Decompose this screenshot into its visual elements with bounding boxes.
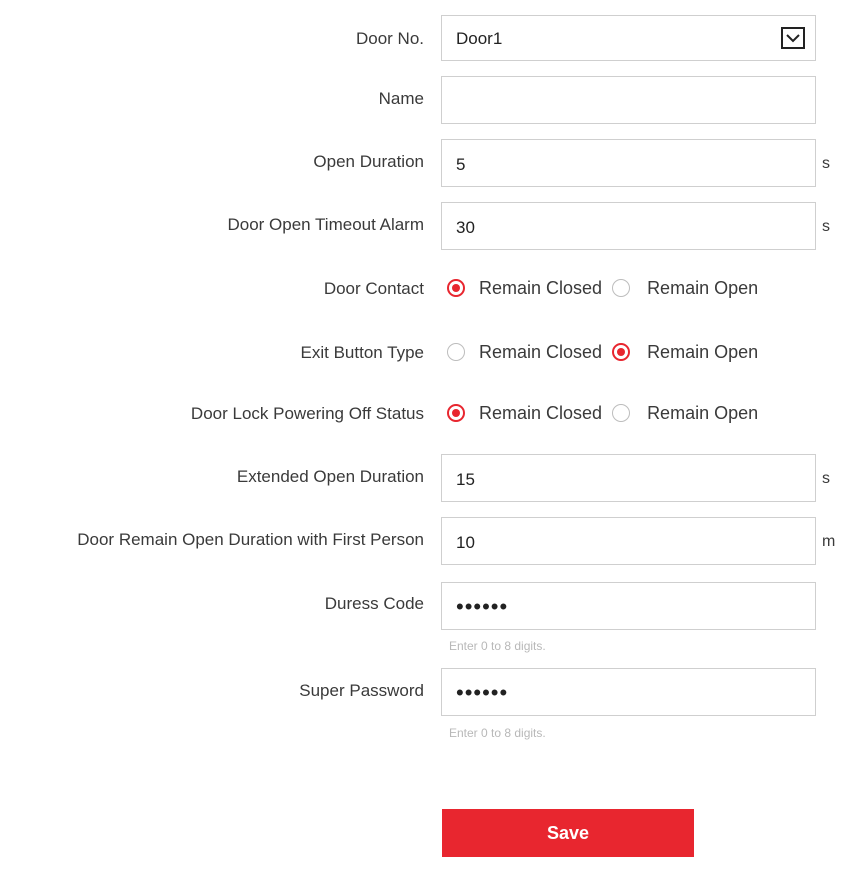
duress-code-label: Duress Code bbox=[324, 594, 424, 613]
save-button[interactable]: Save bbox=[442, 809, 694, 857]
first-person-duration-label: Door Remain Open Duration with First Per… bbox=[77, 530, 424, 549]
super-password-label: Super Password bbox=[299, 681, 424, 700]
radio-unchecked-icon[interactable] bbox=[447, 343, 465, 361]
open-duration-field[interactable] bbox=[441, 139, 816, 187]
door-contact-option-open[interactable]: Remain Open bbox=[612, 278, 758, 299]
super-password-field[interactable] bbox=[441, 668, 816, 716]
radio-unchecked-icon[interactable] bbox=[612, 279, 631, 297]
door-no-label: Door No. bbox=[355, 29, 424, 48]
exit-button-type-label: Exit Button Type bbox=[300, 343, 424, 362]
exit-button-option-open-label: Remain Open bbox=[647, 341, 759, 362]
chevron-down-icon[interactable] bbox=[781, 27, 805, 49]
exit-button-option-closed[interactable]: Remain Closed bbox=[447, 342, 602, 363]
duress-code-field[interactable] bbox=[441, 582, 816, 630]
open-timeout-alarm-label: Door Open Timeout Alarm bbox=[227, 215, 424, 234]
radio-checked-icon[interactable] bbox=[447, 279, 465, 297]
door-contact-option-open-label: Remain Open bbox=[647, 277, 759, 298]
name-label: Name bbox=[378, 89, 424, 108]
lock-power-off-status-label: Door Lock Powering Off Status bbox=[190, 404, 424, 423]
exit-button-option-closed-label: Remain Closed bbox=[479, 341, 603, 362]
door-no-select[interactable]: Door1 bbox=[441, 15, 816, 61]
lock-power-off-option-closed-label: Remain Closed bbox=[479, 402, 603, 423]
duress-code-input[interactable] bbox=[442, 583, 815, 629]
extended-open-duration-unit: s bbox=[822, 470, 830, 487]
name-input[interactable] bbox=[442, 77, 815, 123]
exit-button-type-radio-group: Remain Closed Remain Open bbox=[441, 340, 758, 364]
chevron-down-glyph bbox=[786, 34, 800, 43]
radio-checked-icon[interactable] bbox=[612, 343, 631, 361]
open-timeout-alarm-unit: s bbox=[822, 218, 830, 235]
super-password-hint: Enter 0 to 8 digits. bbox=[449, 726, 546, 740]
first-person-duration-field[interactable] bbox=[441, 517, 816, 565]
extended-open-duration-field[interactable] bbox=[441, 454, 816, 502]
first-person-duration-unit: m bbox=[822, 533, 836, 550]
extended-open-duration-input[interactable] bbox=[442, 455, 815, 501]
open-timeout-alarm-input[interactable] bbox=[442, 203, 815, 249]
lock-power-off-option-open-label: Remain Open bbox=[647, 402, 759, 423]
radio-checked-icon[interactable] bbox=[447, 404, 465, 422]
open-duration-unit: s bbox=[822, 155, 830, 172]
first-person-duration-input[interactable] bbox=[442, 518, 815, 564]
door-contact-radio-group: Remain Closed Remain Open bbox=[441, 276, 758, 300]
open-duration-label: Open Duration bbox=[313, 152, 424, 171]
door-contact-label: Door Contact bbox=[323, 279, 424, 298]
open-timeout-alarm-field[interactable] bbox=[441, 202, 816, 250]
door-contact-option-closed-label: Remain Closed bbox=[479, 277, 603, 298]
door-no-value: Door1 bbox=[456, 29, 503, 48]
name-field[interactable] bbox=[441, 76, 816, 124]
super-password-input[interactable] bbox=[442, 669, 815, 715]
exit-button-option-open[interactable]: Remain Open bbox=[612, 342, 758, 363]
door-contact-option-closed[interactable]: Remain Closed bbox=[447, 278, 602, 299]
open-duration-input[interactable] bbox=[442, 140, 815, 186]
lock-power-off-radio-group: Remain Closed Remain Open bbox=[441, 401, 758, 425]
lock-power-off-option-closed[interactable]: Remain Closed bbox=[447, 403, 602, 424]
duress-code-hint: Enter 0 to 8 digits. bbox=[449, 639, 546, 653]
radio-unchecked-icon[interactable] bbox=[612, 404, 631, 422]
extended-open-duration-label: Extended Open Duration bbox=[236, 467, 424, 486]
lock-power-off-option-open[interactable]: Remain Open bbox=[612, 403, 758, 424]
